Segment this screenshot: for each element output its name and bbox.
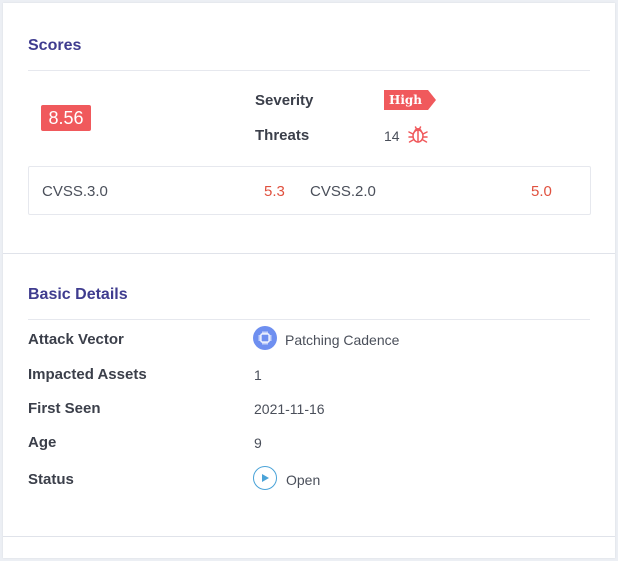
scores-title: Scores (28, 37, 82, 54)
age-label: Age (28, 434, 57, 451)
chip-icon (253, 326, 277, 350)
impacted-assets-label: Impacted Assets (28, 366, 147, 383)
status-label: Status (28, 471, 74, 488)
bug-icon (406, 122, 430, 151)
overall-score-badge: 8.56 (41, 105, 91, 131)
section-divider (3, 253, 615, 254)
impacted-assets-value: 1 (254, 367, 262, 383)
first-seen-value: 2021-11-16 (254, 401, 325, 417)
age-value: 9 (254, 435, 262, 451)
basic-details-divider (28, 319, 590, 320)
status-value: Open (286, 472, 321, 488)
vulnerability-panel: Scores 8.56 Severity High Threats 14 CVS… (3, 3, 615, 558)
cvss2-label: CVSS.2.0 (310, 183, 376, 200)
scores-divider (28, 70, 590, 71)
threats-count: 14 (384, 128, 400, 144)
cvss-scores-box: CVSS.3.0 5.3 CVSS.2.0 5.0 (28, 166, 591, 215)
bottom-divider (3, 536, 615, 537)
basic-details-title: Basic Details (28, 286, 128, 303)
play-circle-icon (253, 466, 277, 490)
severity-badge: High (384, 90, 437, 110)
attack-vector-value: Patching Cadence (285, 332, 400, 348)
severity-value: High (384, 90, 429, 110)
cvss2-value: 5.0 (531, 183, 552, 200)
attack-vector-label: Attack Vector (28, 331, 124, 348)
first-seen-label: First Seen (28, 400, 101, 417)
cvss3-label: CVSS.3.0 (42, 183, 108, 200)
severity-tag-tip (428, 90, 437, 110)
threats-label: Threats (255, 127, 310, 144)
severity-label: Severity (255, 92, 314, 109)
cvss3-value: 5.3 (264, 183, 285, 200)
